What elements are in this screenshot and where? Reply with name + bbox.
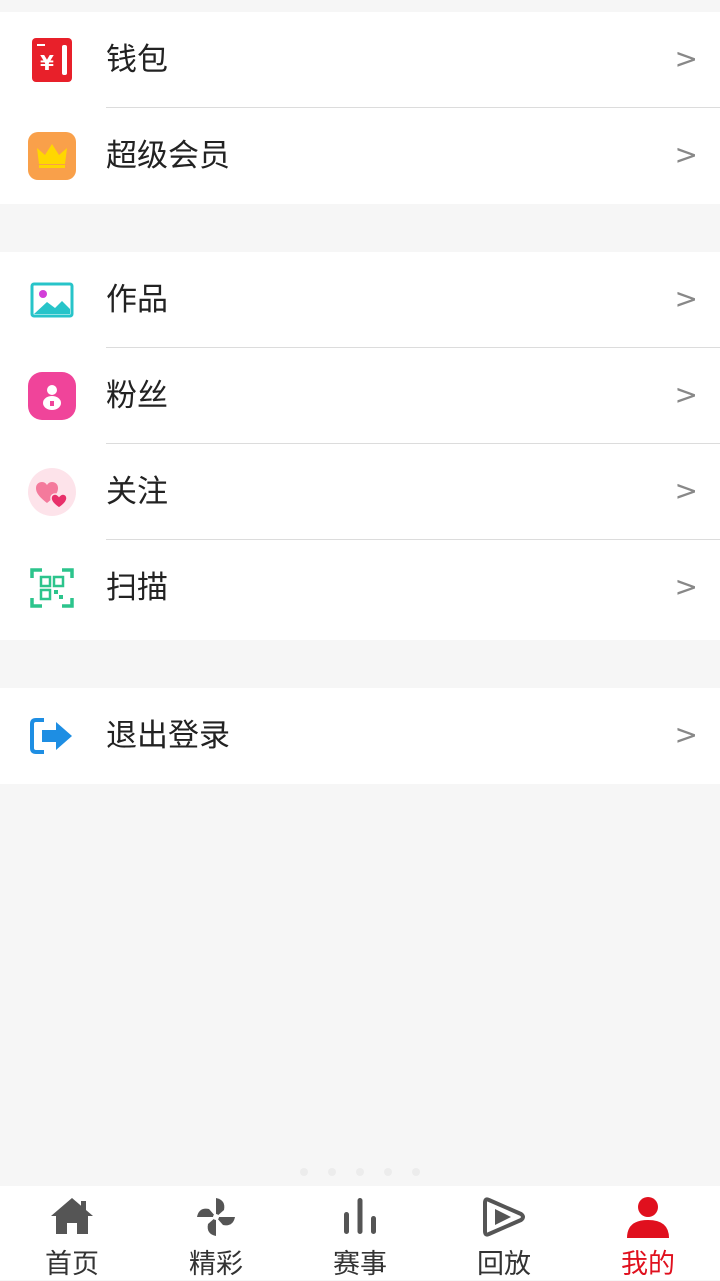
tab-mine[interactable]: 我的: [576, 1186, 720, 1280]
wallet-icon: ¥: [28, 36, 76, 84]
menu-item-logout[interactable]: 退出登录 >: [0, 688, 720, 784]
image-icon: [28, 276, 76, 324]
indicator-dot: [328, 1168, 336, 1176]
indicator-dot: [300, 1168, 308, 1176]
tab-replay[interactable]: 回放: [432, 1186, 576, 1280]
menu-item-following[interactable]: 关注 >: [0, 444, 720, 540]
menu-item-works[interactable]: 作品 >: [0, 252, 720, 348]
menu-item-label: 关注: [106, 474, 168, 510]
menu-item-scan[interactable]: 扫描 >: [0, 540, 720, 636]
tab-label: 赛事: [333, 1249, 387, 1280]
indicator-dot: [356, 1168, 364, 1176]
menu-group-account: ¥ 钱包 > 超级会员 >: [0, 12, 720, 204]
pinwheel-icon: [193, 1194, 239, 1240]
menu-item-label: 超级会员: [106, 138, 230, 174]
indicator-dot: [412, 1168, 420, 1176]
chevron-right-icon: >: [674, 42, 698, 75]
replay-icon: [481, 1194, 527, 1240]
svg-text:¥: ¥: [40, 51, 54, 75]
chevron-right-icon: >: [674, 378, 698, 411]
chevron-right-icon: >: [674, 138, 698, 171]
menu-group-session: 退出登录 >: [0, 688, 720, 784]
chevron-right-icon: >: [674, 718, 698, 751]
menu-item-fans[interactable]: 粉丝 >: [0, 348, 720, 444]
home-icon: [49, 1194, 95, 1240]
crown-icon: [28, 132, 76, 180]
chevron-right-icon: >: [674, 570, 698, 603]
tab-highlights[interactable]: 精彩: [144, 1186, 288, 1280]
menu-item-wallet[interactable]: ¥ 钱包 >: [0, 12, 720, 108]
user-icon: [625, 1194, 671, 1240]
menu-item-label: 扫描: [106, 570, 168, 606]
tab-events[interactable]: 赛事: [288, 1186, 432, 1280]
tab-label: 首页: [45, 1249, 99, 1280]
page-indicator: [300, 1168, 420, 1176]
logout-icon: [28, 712, 76, 760]
bottom-tab-bar: 首页 精彩 赛事 回放 我的: [0, 1186, 720, 1280]
menu-item-label: 作品: [106, 282, 168, 318]
menu-item-label: 退出登录: [106, 718, 230, 754]
chevron-right-icon: >: [674, 474, 698, 507]
tab-label: 回放: [477, 1249, 531, 1280]
menu-item-super-vip[interactable]: 超级会员 >: [0, 108, 720, 204]
indicator-dot: [384, 1168, 392, 1176]
menu-group-social: 作品 > 粉丝 > 关注 > 扫描 >: [0, 252, 720, 640]
bars-icon: [337, 1194, 383, 1240]
tab-label: 我的: [621, 1249, 675, 1280]
menu-item-label: 粉丝: [106, 378, 168, 414]
chevron-right-icon: >: [674, 282, 698, 315]
fans-icon: [28, 372, 76, 420]
tab-home[interactable]: 首页: [0, 1186, 144, 1280]
hearts-icon: [28, 468, 76, 516]
menu-item-label: 钱包: [106, 42, 168, 78]
qr-scan-icon: [28, 564, 76, 612]
tab-label: 精彩: [189, 1249, 243, 1280]
